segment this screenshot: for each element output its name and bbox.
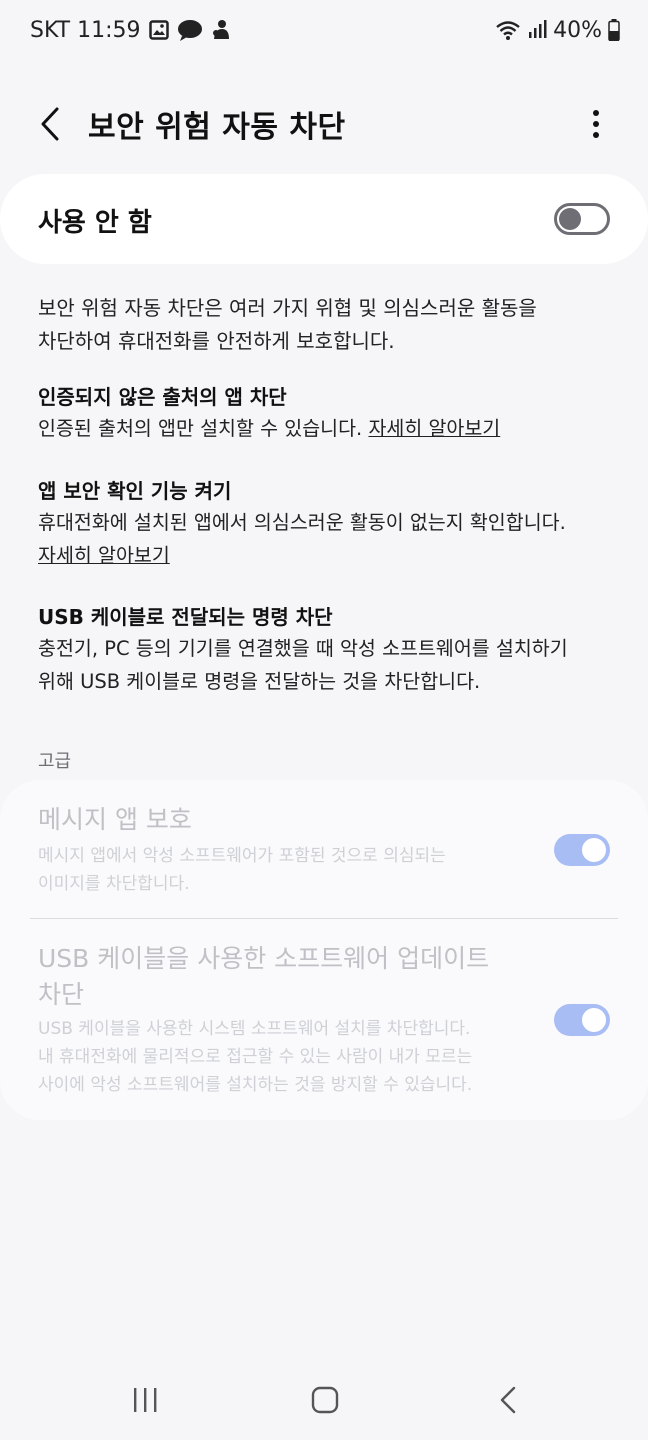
- status-right: 40%: [495, 16, 620, 44]
- item-title-line-2: 차단: [38, 980, 85, 1009]
- learn-more-link[interactable]: 자세히 알아보기: [38, 544, 170, 567]
- learn-more-link[interactable]: 자세히 알아보기: [368, 417, 500, 440]
- chat-icon: [177, 19, 203, 41]
- home-icon: [311, 1386, 339, 1418]
- item-title: 메시지 앱 보호: [38, 805, 192, 834]
- item-subtitle-line-2: 내 휴대전화에 물리적으로 접근할 수 있는 사람이 내가 모르는: [38, 1047, 473, 1067]
- section-title: 인증되지 않은 출처의 앱 차단: [38, 385, 287, 409]
- battery-icon: [608, 19, 620, 41]
- app-bar: 보안 위험 자동 차단: [0, 90, 648, 158]
- recents-icon: [132, 1387, 158, 1417]
- notification-icon: [211, 19, 231, 41]
- more-vert-icon: [592, 109, 600, 143]
- section-text: 인증된 출처의 앱만 설치할 수 있습니다. 자세히 알아보기: [38, 412, 618, 445]
- wifi-icon: [495, 19, 521, 41]
- back-nav-icon: [499, 1386, 517, 1418]
- advanced-header: 고급: [38, 751, 72, 772]
- advanced-card: 메시지 앱 보호 메시지 앱에서 악성 소프트웨어가 포함된 것으로 의심되는 …: [0, 780, 648, 1120]
- more-options-button[interactable]: [574, 104, 618, 148]
- usb-update-block-item[interactable]: USB 케이블을 사용한 소프트웨어 업데이트 차단 USB 케이블을 사용한 …: [0, 919, 648, 1119]
- section-text-body: 인증된 출처의 앱만 설치할 수 있습니다.: [38, 417, 369, 440]
- message-app-protection-toggle[interactable]: [554, 834, 610, 866]
- section-title: USB 케이블로 전달되는 명령 차단: [38, 605, 333, 629]
- carrier-time: SKT 11:59: [30, 17, 141, 43]
- master-switch-card[interactable]: 사용 안 함: [0, 174, 648, 264]
- navigation-bar: [0, 1360, 648, 1440]
- section-app-security-check: 앱 보안 확인 기능 켜기 휴대전화에 설치된 앱에서 의심스러운 활동이 없는…: [38, 476, 618, 572]
- status-left: SKT 11:59: [30, 16, 231, 44]
- section-unknown-sources: 인증되지 않은 출처의 앱 차단 인증된 출처의 앱만 설치할 수 있습니다. …: [38, 382, 618, 445]
- toggle-knob: [582, 838, 606, 862]
- section-link-row: 자세히 알아보기: [38, 539, 618, 572]
- battery-percent: 40%: [553, 17, 602, 43]
- home-button[interactable]: [295, 1380, 355, 1424]
- master-switch-label: 사용 안 함: [38, 208, 152, 238]
- gallery-icon: [148, 20, 169, 40]
- section-usb-commands: USB 케이블로 전달되는 명령 차단 충전기, PC 등의 기기를 연결했을 …: [38, 602, 618, 698]
- recents-button[interactable]: [115, 1380, 175, 1424]
- section-text: 휴대전화에 설치된 앱에서 의심스러운 활동이 없는지 확인합니다.: [38, 511, 566, 534]
- usb-update-block-toggle[interactable]: [554, 1004, 610, 1036]
- section-title: 앱 보안 확인 기능 켜기: [38, 479, 232, 503]
- item-subtitle-line-1: 메시지 앱에서 악성 소프트웨어가 포함된 것으로 의심되는: [38, 846, 446, 866]
- page-title: 보안 위험 자동 차단: [88, 110, 346, 145]
- item-title-line-1: USB 케이블을 사용한 소프트웨어 업데이트: [38, 944, 490, 973]
- toggle-knob: [559, 208, 581, 230]
- message-app-protection-item[interactable]: 메시지 앱 보호 메시지 앱에서 악성 소프트웨어가 포함된 것으로 의심되는 …: [0, 780, 648, 918]
- section-text-line-1: 충전기, PC 등의 기기를 연결했을 때 악성 소프트웨어를 설치하기: [38, 637, 568, 660]
- description: 보안 위험 자동 차단은 여러 가지 위협 및 의심스러운 활동을 차단하여 휴…: [38, 292, 618, 358]
- back-icon: [39, 107, 61, 145]
- status-bar: SKT 11:59 40%: [0, 0, 648, 60]
- back-button[interactable]: [28, 104, 72, 148]
- back-nav-button[interactable]: [478, 1380, 538, 1424]
- section-text-line-2: 위해 USB 케이블로 명령을 전달하는 것을 차단합니다.: [38, 670, 481, 693]
- item-subtitle-line-1: USB 케이블을 사용한 시스템 소프트웨어 설치를 차단합니다.: [38, 1019, 471, 1039]
- item-subtitle-line-3: 사이에 악성 소프트웨어를 설치하는 것을 방지할 수 있습니다.: [38, 1075, 473, 1095]
- description-line-1: 보안 위험 자동 차단은 여러 가지 위협 및 의심스러운 활동을: [38, 296, 537, 320]
- master-toggle[interactable]: [554, 203, 610, 235]
- item-subtitle-line-2: 이미지를 차단합니다.: [38, 874, 190, 894]
- toggle-knob: [582, 1008, 606, 1032]
- signal-icon: [527, 20, 547, 40]
- description-line-2: 차단하여 휴대전화를 안전하게 보호합니다.: [38, 329, 395, 353]
